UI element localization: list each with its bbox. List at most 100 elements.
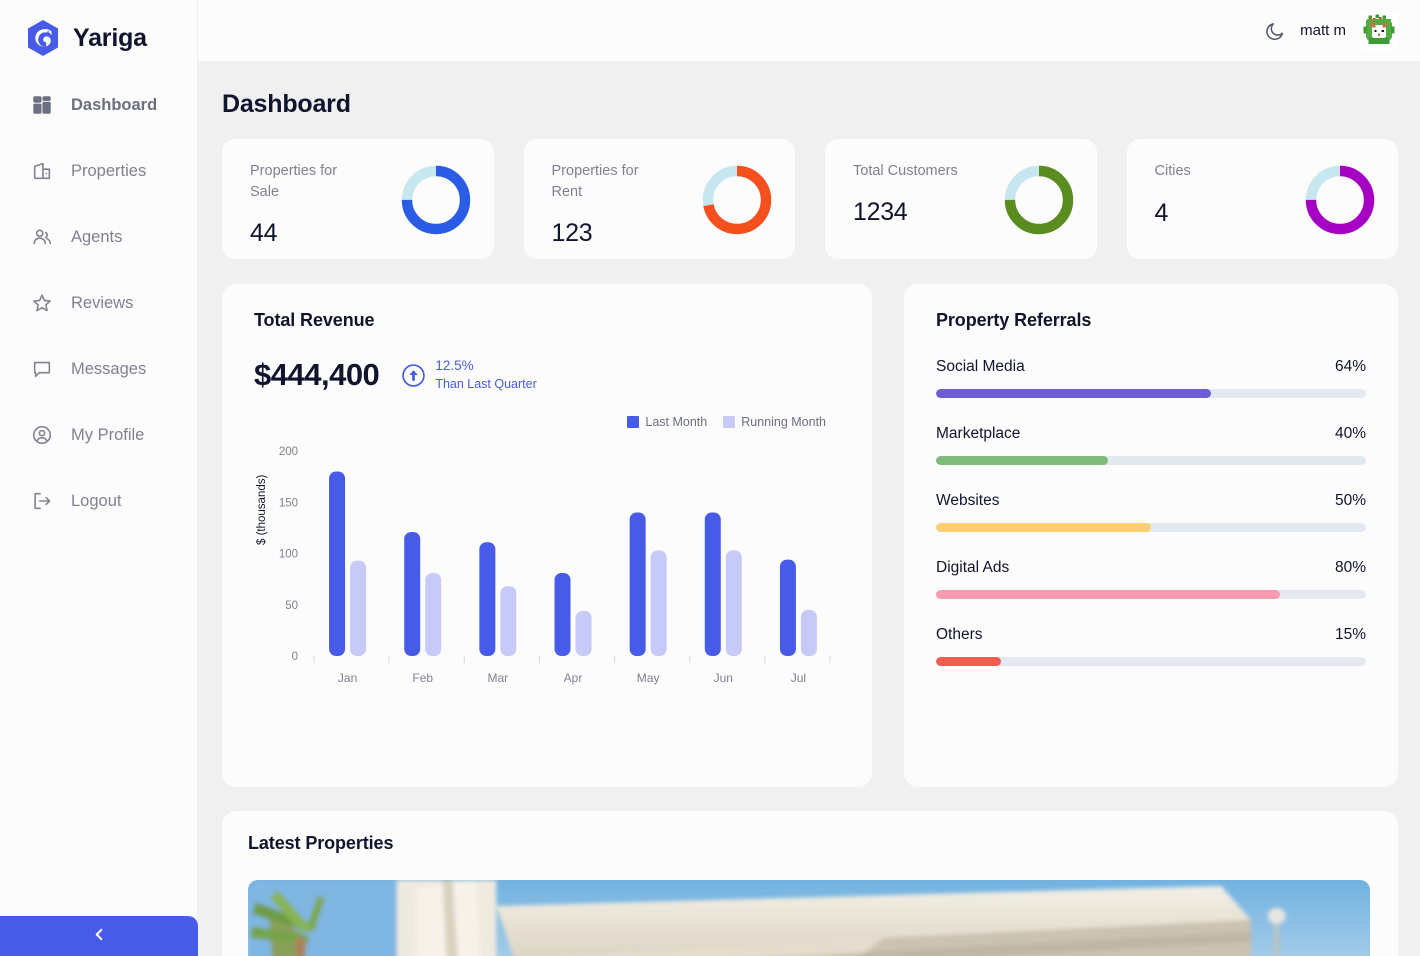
chart-bar: [779, 559, 796, 656]
chart-x-tick-label: Mar: [488, 671, 509, 685]
user-name: matt m: [1300, 22, 1346, 39]
stat-title: Properties for Sale: [250, 163, 338, 201]
chart-bar: [329, 471, 346, 656]
sidebar-item-agents[interactable]: Agents: [0, 204, 197, 270]
stat-card-total-customers[interactable]: Total Customers 1234: [825, 139, 1097, 259]
topbar: matt m: [198, 0, 1420, 62]
chart-bar: [404, 531, 421, 656]
chart-bar: [479, 542, 496, 656]
referral-progress-fill: [936, 657, 1001, 666]
stat-value: 1234: [853, 198, 908, 227]
revenue-delta-subtitle: Than Last Quarter: [435, 376, 537, 391]
referral-percent: 50%: [1334, 492, 1366, 509]
yariga-logo-icon: [24, 18, 62, 58]
revenue-delta: 12.5% Than Last Quarter: [401, 357, 537, 392]
chart-y-tick: 100: [279, 549, 298, 561]
referral-percent: 64%: [1334, 358, 1366, 375]
revenue-headline: $444,400 12.5% Than Last Quarter: [254, 357, 844, 393]
latest-properties-title: Latest Properties: [248, 833, 394, 853]
total-revenue-card: Total Revenue $444,400 12.5% Than Last Q…: [222, 284, 872, 787]
sidebar-item-my-profile[interactable]: My Profile: [0, 402, 197, 468]
brand[interactable]: Yariga: [0, 0, 197, 62]
sidebar-item-reviews[interactable]: Reviews: [0, 270, 197, 336]
revenue-delta-percent: 12.5%: [435, 358, 474, 374]
arrow-up-circle-icon: [401, 363, 426, 388]
stat-card-properties-for-rent[interactable]: Properties for Rent 123: [523, 139, 795, 259]
page-title: Dashboard: [222, 90, 351, 118]
dashboard-icon: [30, 93, 54, 117]
chart-x-tick-label: May: [637, 671, 660, 685]
logout-icon: [30, 489, 54, 513]
card-title: Total Revenue: [254, 310, 375, 330]
chart-y-tick: 50: [285, 600, 298, 612]
chart-y-tick: 200: [279, 446, 298, 458]
sidebar-item-messages[interactable]: Messages: [0, 336, 197, 402]
stat-title: Cities: [1154, 163, 1191, 179]
legend-item-running-month: Running Month: [723, 415, 826, 429]
sidebar-item-label: Dashboard: [71, 95, 158, 114]
referral-name: Websites: [936, 492, 1000, 509]
referral-name: Marketplace: [936, 425, 1021, 442]
referral-item-social-media: Social Media 64%: [936, 358, 1366, 398]
referral-progress-fill: [936, 456, 1108, 465]
revenue-amount: $444,400: [254, 357, 380, 392]
referral-name: Others: [936, 626, 983, 643]
dashboard-app: Yariga Dashboard Properties Agents Revie…: [0, 0, 1420, 956]
referral-percent: 15%: [1334, 626, 1366, 643]
donut-chart-icon: [400, 164, 472, 236]
sidebar-item-logout[interactable]: Logout: [0, 468, 197, 534]
chart-x-tick-label: Jun: [714, 671, 733, 685]
donut-chart-icon: [701, 164, 773, 236]
stat-value: 123: [551, 219, 593, 248]
chart-bar: [350, 560, 367, 656]
stat-card-cities[interactable]: Cities 4: [1126, 139, 1398, 259]
sidebar-nav: Dashboard Properties Agents Reviews Mess…: [0, 72, 197, 534]
star-icon: [30, 291, 54, 315]
legend-label: Running Month: [741, 415, 826, 429]
moon-icon[interactable]: [1264, 20, 1286, 42]
stat-card-properties-for-sale[interactable]: Properties for Sale 44: [222, 139, 494, 259]
card-title: Property Referrals: [936, 310, 1092, 330]
sidebar-collapse-button[interactable]: [0, 916, 198, 956]
chart-y-axis-label: $ (thousands): [256, 474, 268, 545]
chevron-left-icon: [92, 927, 107, 945]
referral-percent: 40%: [1334, 425, 1366, 442]
sidebar-item-label: Agents: [71, 227, 123, 246]
page-content: Dashboard Properties for Sale 44 Propert…: [198, 62, 1420, 956]
stat-value: 44: [250, 219, 278, 248]
legend-label: Last Month: [645, 415, 708, 429]
latest-properties-card: Latest Properties: [222, 811, 1398, 956]
chart-x-tick-label: Jul: [791, 671, 806, 685]
referral-progress-track: [936, 657, 1366, 666]
referral-progress-fill: [936, 523, 1151, 532]
sidebar-item-dashboard[interactable]: Dashboard: [0, 72, 197, 138]
chart-bar: [800, 609, 817, 656]
revenue-bar-chart: $ (thousands) 0 50 100 150 200 Jan Feb Mar Apr Ma…: [254, 437, 844, 702]
sidebar-item-label: Messages: [71, 359, 147, 378]
chart-bar: [725, 550, 742, 656]
property-referrals-card: Property Referrals Social Media 64% Mark…: [904, 284, 1398, 787]
sidebar-item-label: My Profile: [71, 425, 145, 444]
property-image-strip[interactable]: [248, 880, 1370, 956]
donut-chart-icon: [1304, 164, 1376, 236]
chart-y-tick: 150: [279, 497, 298, 509]
referral-item-marketplace: Marketplace 40%: [936, 425, 1366, 465]
legend-swatch: [723, 416, 736, 428]
avatar[interactable]: [1360, 11, 1398, 50]
sidebar-item-properties[interactable]: Properties: [0, 138, 197, 204]
referral-item-digital-ads: Digital Ads 80%: [936, 559, 1366, 599]
chart-bar: [629, 512, 646, 656]
chart-bar: [704, 512, 721, 656]
chart-legend: Last Month Running Month: [254, 415, 844, 429]
property-photo: [248, 880, 1370, 956]
chat-icon: [30, 357, 54, 381]
sidebar-item-label: Logout: [71, 491, 122, 510]
brand-name: Yariga: [73, 23, 147, 52]
referral-progress-fill: [936, 590, 1280, 599]
chart-bar: [500, 586, 517, 656]
chart-bar: [425, 572, 442, 656]
bar-chart-svg: 0 50 100 150 200 Jan Feb Mar Apr May Jun Jul: [279, 446, 831, 685]
building-icon: [30, 159, 54, 183]
chart-bar: [554, 572, 571, 656]
referral-name: Social Media: [936, 358, 1025, 375]
